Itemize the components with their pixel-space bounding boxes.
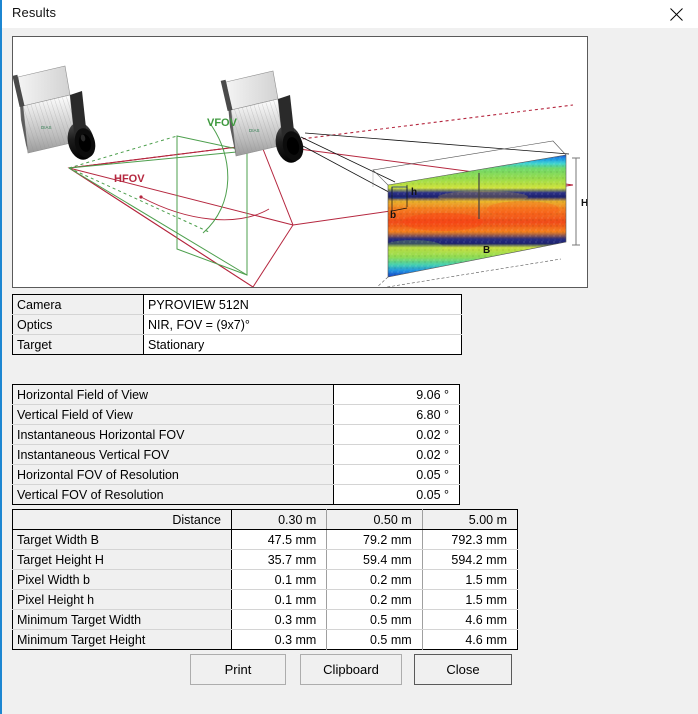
- distance-row-label: Pixel Height h: [12, 589, 232, 610]
- fov-row-label: Instantaneous Horizontal FOV: [12, 424, 334, 445]
- fov-values-rows: Horizontal Field of View 9.06 ° Vertical F…: [12, 384, 460, 505]
- table-row: Horizontal Field of View 9.06 °: [12, 384, 460, 405]
- fov-diagram: DIAS DIAS VFOV HFOV h b B: [13, 65, 587, 287]
- svg-text:DIAS: DIAS: [249, 128, 260, 133]
- table-row: Target Width B 47.5 mm 79.2 mm 792.3 mm: [12, 529, 518, 550]
- distance-row-label: Target Width B: [12, 529, 232, 550]
- distance-row-value: 4.6 mm: [422, 629, 518, 650]
- table-row: Minimum Target Width 0.3 mm 0.5 mm 4.6 mm: [12, 609, 518, 630]
- results-window: Results DIAS DIAS VFOV HFOV h b B Camera…: [0, 0, 698, 714]
- fov-row-value: 0.02 °: [333, 444, 460, 465]
- table-row: Optics NIR, FOV = (9x7)°: [12, 314, 462, 335]
- window-title: Results: [12, 5, 57, 20]
- table-row: Pixel Height h 0.1 mm 0.2 mm 1.5 mm: [12, 589, 518, 610]
- print-button[interactable]: Print: [190, 654, 286, 685]
- distance-row-value: 79.2 mm: [326, 529, 423, 550]
- fov-row-value: 6.80 °: [333, 404, 460, 425]
- close-window-button[interactable]: [654, 0, 698, 28]
- distance-row-value: 0.5 mm: [326, 629, 423, 650]
- title-bar: Results: [2, 0, 698, 28]
- camera-left-icon: DIAS: [13, 65, 96, 160]
- distance-row-label: Minimum Target Height: [12, 629, 232, 650]
- svg-text:DIAS: DIAS: [41, 125, 52, 130]
- vfov-label: VFOV: [207, 117, 238, 129]
- table-row: Target Stationary: [12, 334, 462, 355]
- distance-row-value: 1.5 mm: [422, 589, 518, 610]
- distance-row-value: 792.3 mm: [422, 529, 518, 550]
- fov-row-label: Horizontal FOV of Resolution: [12, 464, 334, 485]
- camera-row-label: Camera: [12, 294, 144, 315]
- table-row: Minimum Target Height 0.3 mm 0.5 mm 4.6 mm: [12, 629, 518, 650]
- vfov-cone: [68, 121, 248, 276]
- table-row: Target Height H 35.7 mm 59.4 mm 594.2 mm: [12, 549, 518, 570]
- distance-row-value: 594.2 mm: [422, 549, 518, 570]
- fov-row-label: Instantaneous Vertical FOV: [12, 444, 334, 465]
- table-row: Instantaneous Horizontal FOV 0.02 °: [12, 424, 460, 445]
- table-row: Pixel Width b 0.1 mm 0.2 mm 1.5 mm: [12, 569, 518, 590]
- distance-row-label: Pixel Width b: [12, 569, 232, 590]
- distance-values-table: Distance 0.30 m 0.50 m 5.00 m Target Width B…: [12, 509, 518, 650]
- camera-row-label: Target: [12, 334, 144, 355]
- table-row: Instantaneous Vertical FOV 0.02 °: [12, 444, 460, 465]
- close-x-icon: [669, 7, 683, 21]
- fov-row-value: 0.05 °: [333, 484, 460, 505]
- hfov-label: HFOV: [114, 173, 145, 185]
- camera-info-table: Camera PYROVIEW 512N Optics NIR, FOV = (9x7…: [12, 294, 462, 355]
- distance-row-value: 0.5 mm: [326, 609, 423, 630]
- distance-row-value: 0.1 mm: [231, 569, 328, 590]
- table-row: Vertical FOV of Resolution 0.05 °: [12, 484, 460, 505]
- camera-row-value: Stationary: [143, 334, 462, 355]
- table-header-row: Distance 0.30 m 0.50 m 5.00 m: [12, 509, 518, 530]
- camera-info-rows: Camera PYROVIEW 512N Optics NIR, FOV = (9x7…: [12, 294, 462, 355]
- camera-row-value: NIR, FOV = (9x7)°: [143, 314, 462, 335]
- fov-row-value: 9.06 °: [333, 384, 460, 405]
- distance-row-value: 59.4 mm: [326, 549, 423, 570]
- dialog-button-bar: Print Clipboard Close: [2, 654, 698, 688]
- distance-row-value: 4.6 mm: [422, 609, 518, 630]
- distance-header-cell: 0.50 m: [326, 509, 423, 530]
- distance-row-value: 47.5 mm: [231, 529, 328, 550]
- pixel-width-label: b: [390, 210, 396, 221]
- target-height-label: H: [581, 198, 587, 209]
- distance-row-value: 0.2 mm: [326, 569, 423, 590]
- fov-diagram-panel: DIAS DIAS VFOV HFOV h b B: [12, 36, 588, 288]
- camera-row-label: Optics: [12, 314, 144, 335]
- table-row: Vertical Field of View 6.80 °: [12, 404, 460, 425]
- clipboard-button[interactable]: Clipboard: [300, 654, 402, 685]
- table-row: Camera PYROVIEW 512N: [12, 294, 462, 315]
- camera-row-value: PYROVIEW 512N: [143, 294, 462, 315]
- distance-row-value: 0.3 mm: [231, 629, 328, 650]
- close-button[interactable]: Close: [414, 654, 512, 685]
- fov-row-value: 0.02 °: [333, 424, 460, 445]
- fov-row-label: Horizontal Field of View: [12, 384, 334, 405]
- pixel-height-label: h: [411, 187, 417, 198]
- distance-values-rows: Distance 0.30 m 0.50 m 5.00 m Target Width B…: [12, 509, 518, 650]
- distance-row-value: 0.3 mm: [231, 609, 328, 630]
- fov-values-table: Horizontal Field of View 9.06 ° Vertical F…: [12, 384, 460, 505]
- distance-row-value: 35.7 mm: [231, 549, 328, 570]
- distance-header-cell: 5.00 m: [422, 509, 518, 530]
- table-row: Horizontal FOV of Resolution 0.05 °: [12, 464, 460, 485]
- distance-row-value: 0.2 mm: [326, 589, 423, 610]
- fov-row-value: 0.05 °: [333, 464, 460, 485]
- fov-row-label: Vertical FOV of Resolution: [12, 484, 334, 505]
- distance-row-label: Target Height H: [12, 549, 232, 570]
- fov-row-label: Vertical Field of View: [12, 404, 334, 425]
- distance-row-label: Minimum Target Width: [12, 609, 232, 630]
- distance-row-value: 1.5 mm: [422, 569, 518, 590]
- target-width-label: B: [483, 245, 490, 256]
- distance-header-cell: 0.30 m: [231, 509, 328, 530]
- distance-header-cell: Distance: [12, 509, 232, 530]
- distance-row-value: 0.1 mm: [231, 589, 328, 610]
